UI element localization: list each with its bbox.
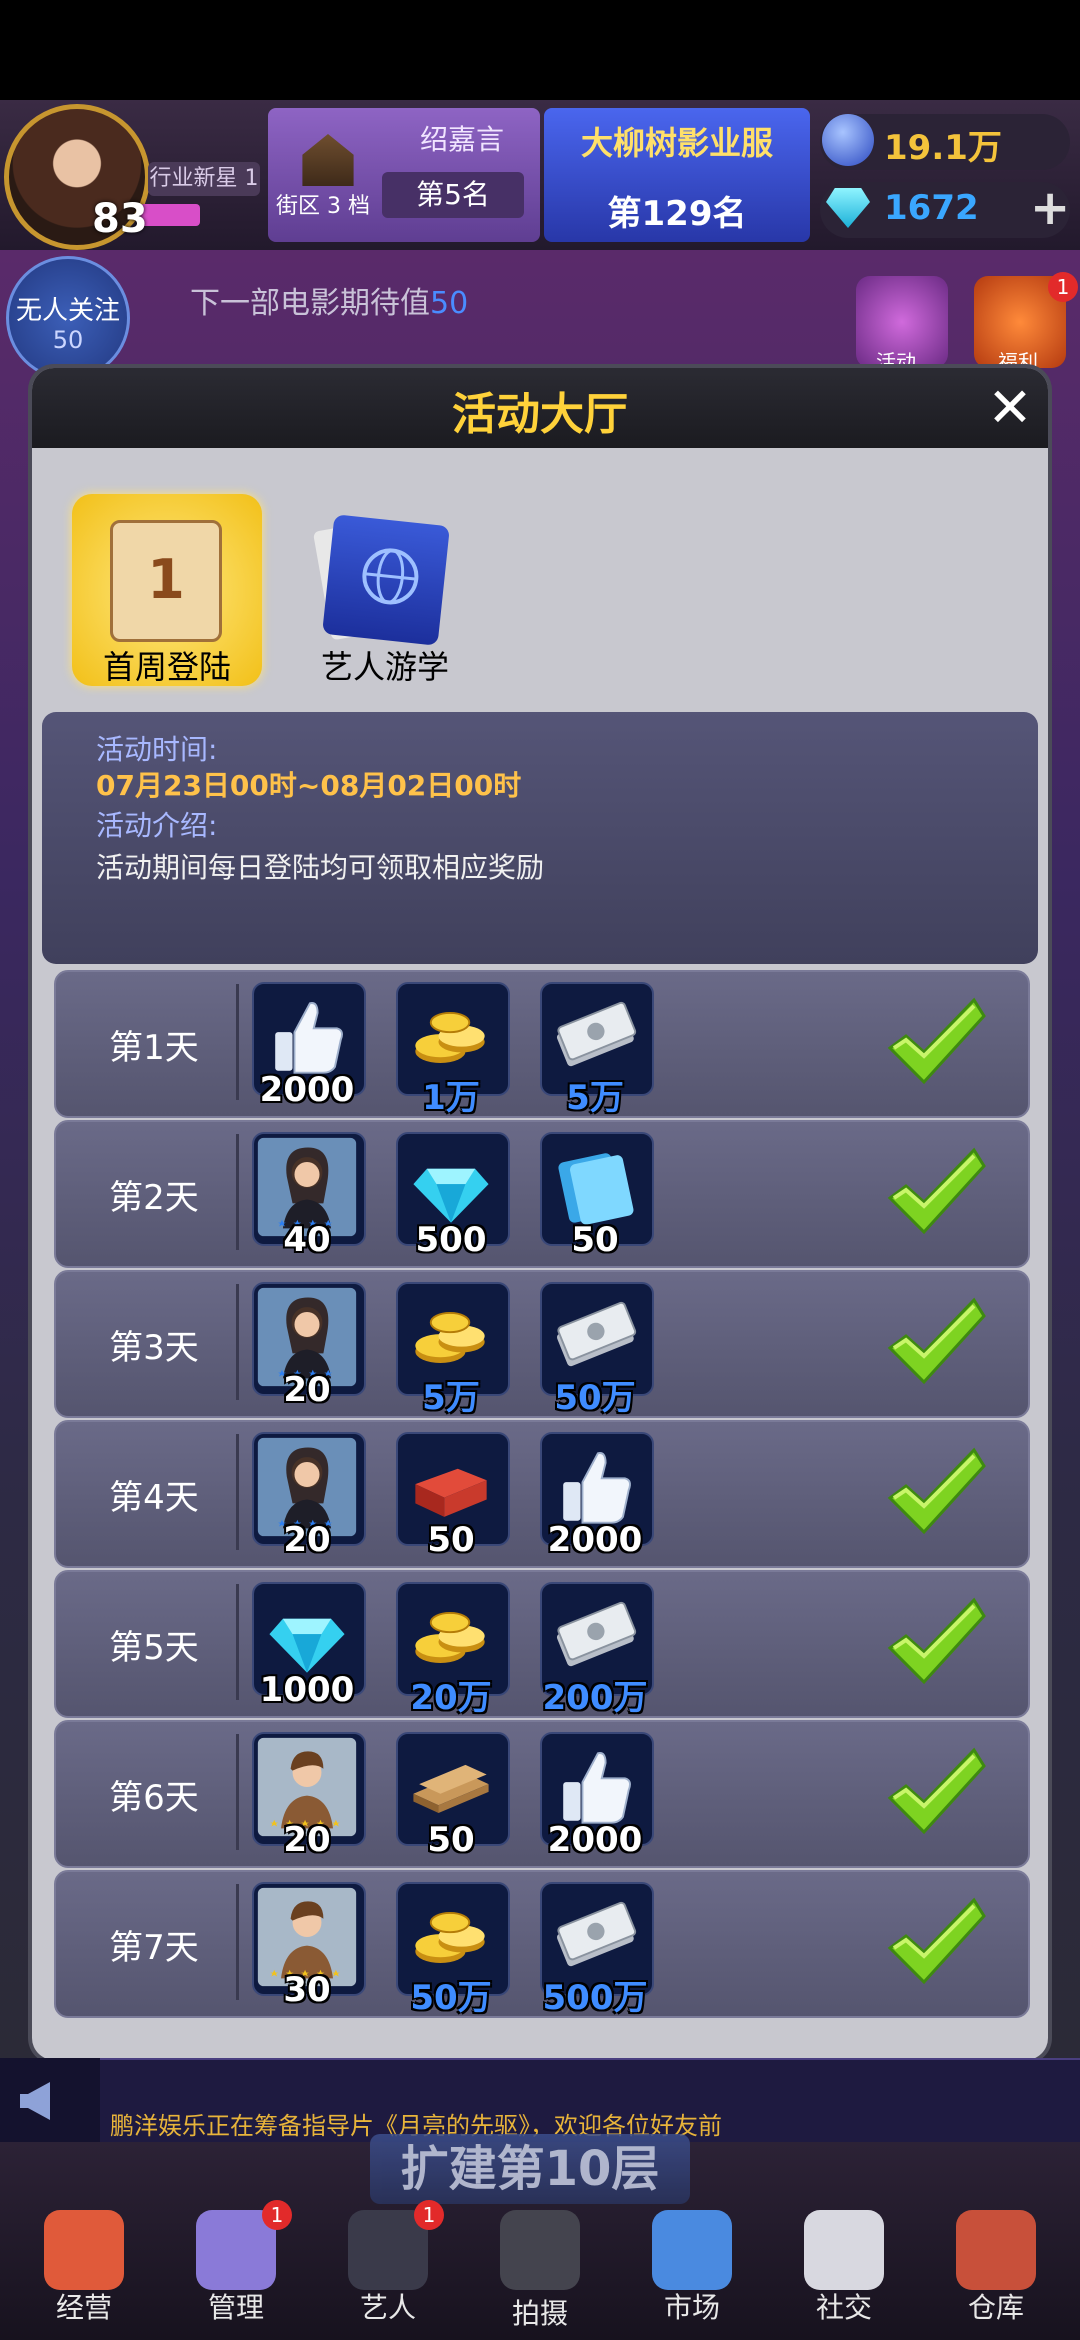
street-tier: 街区 3 档 xyxy=(276,194,370,219)
activity-intro-label: 活动介绍: xyxy=(96,809,218,842)
reward-quantity: 1000 xyxy=(259,1670,355,1710)
reward-quantity: 40 xyxy=(283,1220,331,1260)
reward-quantity: 5万 xyxy=(422,1378,480,1418)
warehouse-icon[interactable] xyxy=(956,2210,1036,2290)
day-label: 第2天 xyxy=(109,1178,199,1218)
reward-quantity: 5万 xyxy=(566,1078,624,1118)
reward-quantity: 50万 xyxy=(410,1978,492,2018)
claimed-check-icon xyxy=(884,1590,988,1694)
reward-quantity: 2000 xyxy=(259,1070,355,1110)
reward-quantity: 20万 xyxy=(410,1678,492,1718)
follow-title: 无人关注 xyxy=(15,296,120,326)
reward-quantity: 200万 xyxy=(542,1678,648,1718)
row-divider xyxy=(236,1134,239,1250)
activity-time-value: 07月23日00时~08月02日00时 xyxy=(96,769,522,802)
camera-icon[interactable] xyxy=(500,2210,580,2290)
reward-quantity: 20 xyxy=(283,1370,331,1410)
activity-intro-value: 活动期间每日登陆均可领取相应奖励 xyxy=(96,851,545,884)
status-bar xyxy=(0,0,1080,100)
nav-label[interactable]: 社交 xyxy=(784,2286,904,2326)
day-label: 第7天 xyxy=(109,1928,199,1968)
globe-icon xyxy=(822,114,874,166)
reward-quantity: 20 xyxy=(283,1820,331,1860)
reward-quantity: 50万 xyxy=(554,1378,636,1418)
row-divider xyxy=(236,1734,239,1850)
tab-artist-study-label: 艺人游学 xyxy=(320,648,449,686)
day-label: 第6天 xyxy=(109,1778,199,1818)
tab-first-week-login-label: 首周登陆 xyxy=(102,648,231,686)
movie-expectation: 下一部电影期待值50 xyxy=(190,278,468,322)
calendar-number: 1 xyxy=(147,548,185,611)
row-divider xyxy=(236,1584,239,1700)
passport-icon xyxy=(322,514,450,646)
row-divider xyxy=(236,1884,239,2000)
movie-expectation-value: 50 xyxy=(430,286,469,321)
day-label: 第5天 xyxy=(109,1628,199,1668)
nav-label[interactable]: 拍摄 xyxy=(480,2292,600,2332)
reward-quantity: 500万 xyxy=(542,1978,648,2018)
row-divider xyxy=(236,1284,239,1400)
popcorn-icon[interactable] xyxy=(44,2210,124,2290)
title-badge: 行业新星 1 xyxy=(148,162,260,196)
reward-quantity: 2000 xyxy=(547,1820,643,1860)
reward-quantity: 50 xyxy=(571,1220,619,1260)
reward-quantity: 1万 xyxy=(422,1078,480,1118)
day-label: 第3天 xyxy=(109,1328,199,1368)
follow-value: 50 xyxy=(52,326,84,354)
claimed-check-icon xyxy=(884,990,988,1094)
gold-value: 19.1万 xyxy=(884,128,1002,168)
megaphone-icon[interactable] xyxy=(0,2058,100,2142)
claimed-check-icon xyxy=(884,1290,988,1394)
market-icon[interactable] xyxy=(652,2210,732,2290)
nav-label[interactable]: 经营 xyxy=(24,2286,144,2326)
company-name: 大柳树影业服 xyxy=(580,124,773,162)
nav-label[interactable]: 艺人 xyxy=(328,2286,448,2326)
reward-quantity: 50 xyxy=(427,1520,475,1560)
nav-badge: 1 xyxy=(414,2200,444,2230)
coffee-icon[interactable] xyxy=(804,2210,884,2290)
reward-quantity: 50 xyxy=(427,1820,475,1860)
exp-bar xyxy=(140,204,200,226)
expand-floor-banner[interactable]: 扩建第10层 xyxy=(370,2134,690,2204)
modal-title: 活动大厅 xyxy=(452,389,628,440)
player-name: 绍嘉言 xyxy=(420,123,505,156)
reward-quantity: 20 xyxy=(283,1520,331,1560)
diamond-value: 1672 xyxy=(884,188,979,228)
reward-quantity: 30 xyxy=(283,1970,331,2010)
claimed-check-icon xyxy=(884,1740,988,1844)
claimed-check-icon xyxy=(884,1890,988,1994)
nav-label[interactable]: 仓库 xyxy=(936,2286,1056,2326)
nav-badge: 1 xyxy=(262,2200,292,2230)
claimed-check-icon xyxy=(884,1140,988,1244)
add-diamond-button[interactable]: + xyxy=(1030,180,1070,236)
activity-time-label: 活动时间: xyxy=(96,733,218,766)
welfare-badge: 1 xyxy=(1048,272,1078,302)
day-label: 第1天 xyxy=(109,1028,199,1068)
close-button[interactable]: ✕ xyxy=(978,376,1042,440)
row-divider xyxy=(236,984,239,1100)
reward-quantity: 500 xyxy=(415,1220,487,1260)
street-rank: 第5名 xyxy=(382,172,524,218)
day-label: 第4天 xyxy=(109,1478,199,1518)
nav-label[interactable]: 管理 xyxy=(176,2286,296,2326)
movie-expectation-label: 下一部电影期待值 xyxy=(190,286,430,321)
reward-quantity: 2000 xyxy=(547,1520,643,1560)
claimed-check-icon xyxy=(884,1440,988,1544)
company-rank: 第129名 xyxy=(607,194,747,234)
nav-label[interactable]: 市场 xyxy=(632,2286,752,2326)
row-divider xyxy=(236,1434,239,1550)
player-level: 83 xyxy=(92,196,148,242)
